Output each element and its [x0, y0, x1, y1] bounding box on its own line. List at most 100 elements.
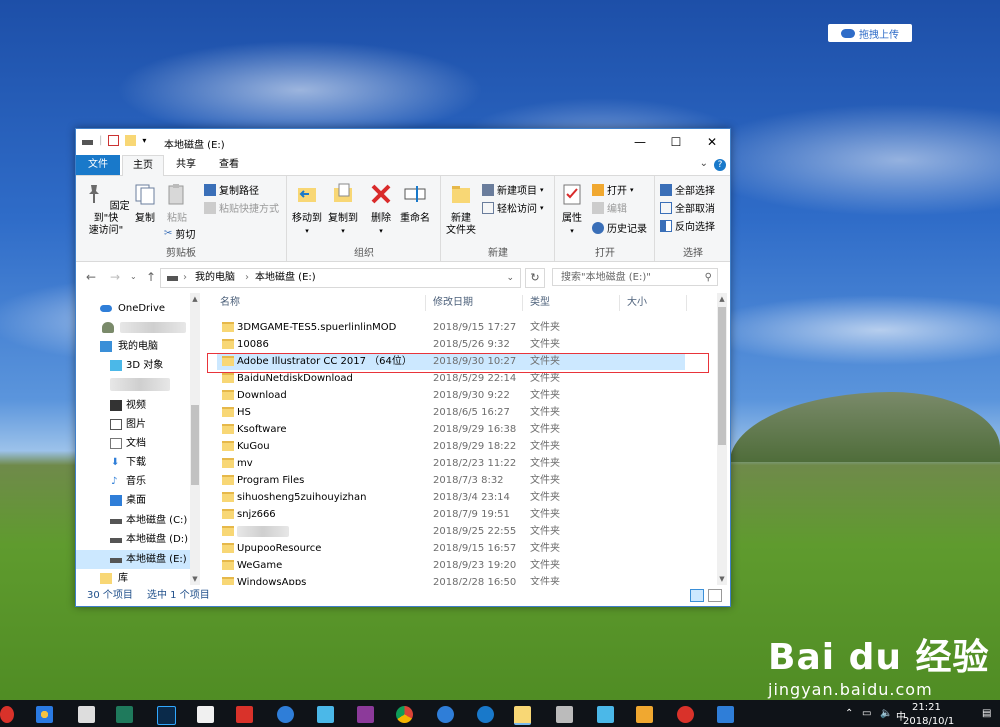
- delete-button[interactable]: 删除 ▾: [368, 182, 394, 237]
- pin-quick-access-button[interactable]: 固定到"快 速访问": [80, 182, 132, 237]
- clock-date[interactable]: 2018/10/1: [903, 716, 954, 727]
- k-app-icon[interactable]: [477, 706, 494, 723]
- column-type[interactable]: 类型: [530, 293, 550, 313]
- address-input[interactable]: › 我的电脑 › 本地磁盘 (E:) ⌄: [160, 268, 521, 288]
- address-dropdown-icon[interactable]: ⌄: [506, 269, 514, 287]
- file-list-scrollbar[interactable]: ▲ ▼: [717, 293, 727, 585]
- file-explorer-taskbar-icon[interactable]: [514, 706, 531, 725]
- properties-button[interactable]: 属性 ▾: [558, 182, 586, 237]
- clock-time[interactable]: 21:21: [912, 702, 941, 713]
- details-view-icon[interactable]: [690, 589, 704, 602]
- bird-app-icon[interactable]: [717, 706, 734, 723]
- table-row[interactable]: sihuosheng5zuihouyizhan 2018/3/4 23:14 文件夹: [217, 489, 685, 506]
- table-row[interactable]: KuGou 2018/9/29 18:22 文件夹: [217, 438, 685, 455]
- column-date[interactable]: 修改日期: [433, 293, 473, 313]
- new-folder-icon[interactable]: [125, 135, 137, 146]
- paste-shortcut-button[interactable]: 粘贴快捷方式: [204, 200, 279, 215]
- document-app-icon[interactable]: [197, 706, 214, 723]
- refresh-button[interactable]: ↻: [525, 268, 545, 288]
- column-divider[interactable]: [425, 295, 426, 311]
- search-input[interactable]: 搜索"本地磁盘 (E:)" ⚲: [552, 268, 718, 286]
- maximize-button[interactable]: ☐: [658, 129, 694, 155]
- table-row[interactable]: Download 2018/9/30 9:22 文件夹: [217, 387, 685, 404]
- calculator-icon[interactable]: [78, 706, 95, 723]
- tray-chevron-icon[interactable]: ⌃: [845, 708, 853, 719]
- properties-check-icon[interactable]: [108, 135, 120, 146]
- nav-item-3d-objects[interactable]: 3D 对象: [110, 356, 163, 375]
- nav-scroll-thumb[interactable]: [191, 405, 199, 485]
- volume-icon[interactable]: 🔈: [880, 708, 892, 719]
- notification-icon[interactable]: ▤: [982, 708, 991, 719]
- chrome-icon[interactable]: [396, 706, 413, 723]
- office-app-icon[interactable]: [116, 706, 133, 723]
- scroll-down-icon[interactable]: ▼: [717, 575, 727, 583]
- scroll-up-icon[interactable]: ▲: [190, 295, 200, 303]
- nav-item-music[interactable]: ♪ 音乐: [110, 472, 146, 491]
- nav-item-pictures[interactable]: 图片: [110, 415, 146, 434]
- copy-path-button[interactable]: 复制路径: [204, 182, 259, 197]
- back-arrow-icon[interactable]: ←: [86, 270, 96, 284]
- nav-item-documents[interactable]: 文档: [110, 434, 146, 453]
- easy-access-button[interactable]: 轻松访问 ▾: [482, 200, 544, 215]
- open-button[interactable]: 打开 ▾: [592, 182, 634, 197]
- table-row[interactable]: 2018/9/25 22:55 文件夹: [217, 523, 685, 540]
- nav-item-desktop[interactable]: 桌面: [110, 491, 146, 510]
- table-row[interactable]: WindowsApps 2018/2/28 16:50 文件夹: [217, 574, 685, 585]
- qat-dropdown-icon[interactable]: ▾: [142, 136, 146, 145]
- file-list-scroll-thumb[interactable]: [718, 307, 726, 445]
- table-row[interactable]: mv 2018/2/23 11:22 文件夹: [217, 455, 685, 472]
- edge-icon[interactable]: [437, 706, 454, 723]
- move-to-button[interactable]: 移动到 ▾: [290, 182, 324, 237]
- column-divider[interactable]: [522, 295, 523, 311]
- history-button[interactable]: 历史记录: [592, 220, 647, 235]
- rename-button[interactable]: 重命名: [398, 182, 432, 225]
- new-folder-button[interactable]: 新建 文件夹: [444, 182, 478, 237]
- table-row[interactable]: 3DMGAME-TES5.spuerlinlinMOD 2018/9/15 17:…: [217, 319, 685, 336]
- breadcrumb-my-computer[interactable]: 我的电脑: [195, 269, 235, 287]
- nav-item-onedrive[interactable]: OneDrive: [100, 299, 165, 318]
- browser-icon[interactable]: [36, 706, 53, 723]
- baidu-netdisk-icon[interactable]: [277, 706, 294, 723]
- tab-share[interactable]: 共享: [166, 155, 206, 175]
- edit-button[interactable]: 编辑: [592, 200, 627, 215]
- shirt-app-icon[interactable]: [597, 706, 614, 723]
- nav-item-downloads[interactable]: ⬇ 下载: [110, 453, 146, 472]
- copy-to-button[interactable]: 复制到 ▾: [326, 182, 360, 237]
- large-icons-view-icon[interactable]: [708, 589, 722, 602]
- game-app-icon[interactable]: [677, 706, 694, 723]
- tab-view[interactable]: 查看: [209, 155, 249, 175]
- column-size[interactable]: 大小: [627, 293, 647, 313]
- sketchup-icon[interactable]: [236, 706, 253, 723]
- scroll-up-icon[interactable]: ▲: [717, 295, 727, 303]
- table-row[interactable]: Ksoftware 2018/9/29 16:38 文件夹: [217, 421, 685, 438]
- tab-home[interactable]: 主页: [122, 155, 164, 176]
- table-row[interactable]: 10086 2018/5/26 9:32 文件夹: [217, 336, 685, 353]
- table-row[interactable]: snjz666 2018/7/9 19:51 文件夹: [217, 506, 685, 523]
- ribbon-collapse-icon[interactable]: ⌄: [700, 158, 708, 169]
- recent-dropdown-icon[interactable]: ⌄: [130, 272, 137, 281]
- column-name[interactable]: 名称: [220, 293, 240, 313]
- select-none-button[interactable]: 全部取消: [660, 200, 715, 215]
- screen-app-icon[interactable]: [556, 706, 573, 723]
- scroll-down-icon[interactable]: ▼: [190, 575, 200, 583]
- nav-item-drive-d[interactable]: 本地磁盘 (D:): [110, 530, 188, 549]
- select-all-button[interactable]: 全部选择: [660, 182, 715, 197]
- column-divider[interactable]: [619, 295, 620, 311]
- table-row[interactable]: HS 2018/6/5 16:27 文件夹: [217, 404, 685, 421]
- shield-icon[interactable]: [636, 706, 653, 723]
- cut-button[interactable]: ✂ 剪切: [164, 226, 195, 241]
- up-arrow-icon[interactable]: ↑: [146, 270, 156, 284]
- network-icon[interactable]: ▭: [862, 708, 871, 719]
- help-icon[interactable]: ?: [714, 159, 726, 171]
- photoshop-icon[interactable]: [157, 706, 176, 725]
- nav-item-drive-c[interactable]: 本地磁盘 (C:): [110, 511, 187, 530]
- copy-button[interactable]: 复制: [132, 182, 158, 225]
- drag-upload-button[interactable]: 拖拽上传: [828, 24, 912, 42]
- nav-item-drive-e[interactable]: 本地磁盘 (E:): [76, 550, 191, 569]
- nav-item-videos[interactable]: 视频: [110, 396, 146, 415]
- table-row[interactable]: WeGame 2018/9/23 19:20 文件夹: [217, 557, 685, 574]
- breadcrumb-drive-e[interactable]: 本地磁盘 (E:): [255, 269, 316, 287]
- table-row[interactable]: UpupooResource 2018/9/15 16:57 文件夹: [217, 540, 685, 557]
- monitor-app-icon[interactable]: [317, 706, 334, 723]
- forward-arrow-icon[interactable]: →: [110, 270, 120, 284]
